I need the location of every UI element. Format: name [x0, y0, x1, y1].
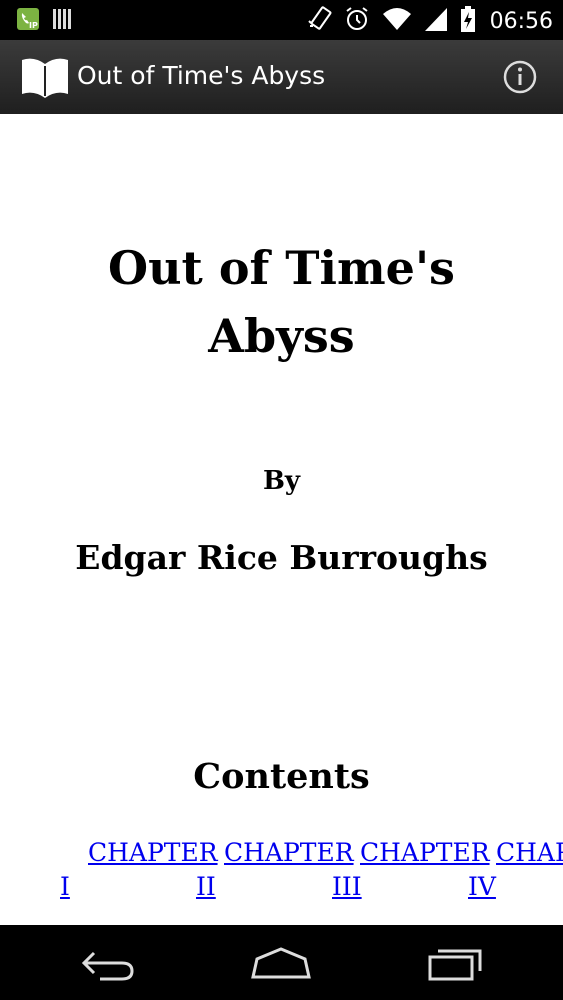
author-name: Edgar Rice Burroughs — [75, 538, 488, 577]
by-label: By — [262, 466, 301, 496]
action-bar: Out of Time's Abyss — [0, 40, 563, 114]
table-of-contents: CHAPTER I CHAPTER II CHAPTER III CHAPTER… — [60, 836, 563, 904]
book-content[interactable]: Out of Time's Abyss By Edgar Rice Burrou… — [0, 114, 563, 925]
navigation-bar — [0, 925, 563, 1000]
book-icon[interactable] — [20, 54, 70, 100]
alarm-icon — [344, 5, 370, 37]
chapter-4-link[interactable]: CHAPTER IV — [468, 836, 563, 904]
contents-heading: Contents — [193, 756, 370, 797]
svg-text:IP: IP — [29, 21, 38, 30]
back-icon[interactable] — [76, 943, 140, 983]
book-title: Out of Time's Abyss — [108, 241, 455, 363]
app-title: Out of Time's Abyss — [77, 61, 326, 90]
barcode-icon — [52, 7, 74, 35]
vibrate-icon — [307, 5, 332, 37]
wifi-icon — [382, 6, 412, 36]
chapter-1-link[interactable]: CHAPTER I — [60, 836, 218, 904]
recent-apps-icon[interactable] — [424, 943, 488, 983]
info-icon[interactable] — [503, 60, 537, 94]
signal-icon — [424, 6, 448, 36]
status-bar: IP 06:56 — [0, 0, 563, 40]
chapter-3-link[interactable]: CHAPTER III — [332, 836, 490, 904]
home-icon[interactable] — [249, 943, 313, 983]
status-time: 06:56 — [489, 8, 553, 34]
battery-charging-icon — [460, 5, 476, 37]
chapter-2-link[interactable]: CHAPTER II — [196, 836, 354, 904]
sip-call-icon: IP — [16, 7, 40, 35]
